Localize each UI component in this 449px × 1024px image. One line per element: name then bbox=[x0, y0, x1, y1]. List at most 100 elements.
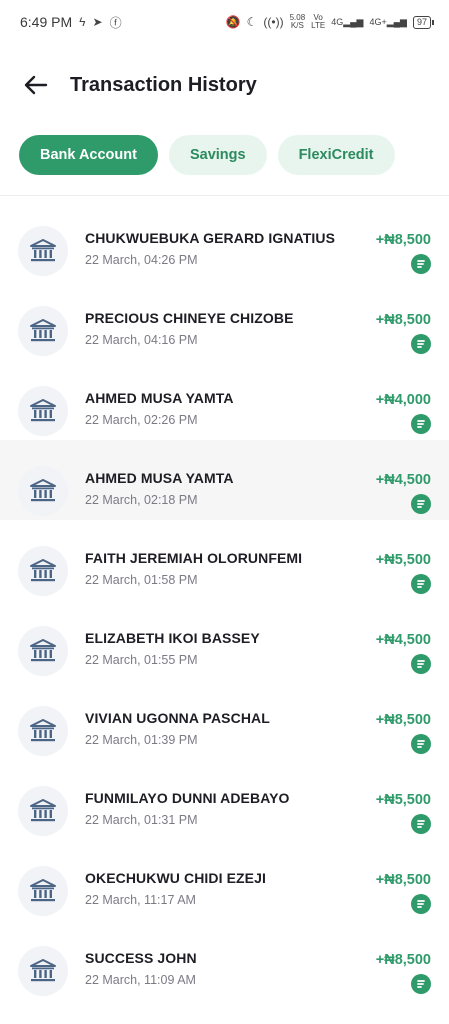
arrow-left-icon bbox=[24, 75, 48, 95]
transaction-info: OKECHUKWU CHIDI EZEJI 22 March, 11:17 AM bbox=[85, 866, 376, 907]
transaction-right: +₦8,500 bbox=[376, 306, 431, 354]
transaction-row[interactable]: AHMED MUSA YAMTA 22 March, 02:26 PM +₦4,… bbox=[0, 360, 449, 440]
transaction-right: +₦4,000 bbox=[376, 386, 431, 434]
transaction-amount: +₦8,500 bbox=[375, 872, 431, 888]
transaction-name: FUNMILAYO DUNNI ADEBAYO bbox=[85, 790, 290, 806]
transaction-date: 22 March, 01:58 PM bbox=[85, 573, 198, 587]
bank-icon bbox=[18, 706, 68, 756]
transaction-name: OKECHUKWU CHIDI EZEJI bbox=[85, 870, 266, 886]
transaction-amount: +₦8,500 bbox=[375, 312, 431, 328]
net-speed: 5.08 K/S bbox=[290, 14, 306, 30]
bank-icon bbox=[18, 306, 68, 356]
transaction-right: +₦4,500 bbox=[376, 626, 431, 674]
transaction-amount: +₦8,500 bbox=[375, 712, 431, 728]
facebook-icon: ⓕ bbox=[109, 15, 122, 30]
bank-icon bbox=[18, 546, 68, 596]
transaction-right: +₦8,500 bbox=[376, 226, 431, 274]
transaction-info: FUNMILAYO DUNNI ADEBAYO 22 March, 01:31 … bbox=[85, 786, 376, 827]
opay-badge-icon bbox=[411, 734, 431, 754]
hotspot-icon: ((•)) bbox=[263, 15, 284, 29]
transaction-date: 22 March, 02:26 PM bbox=[85, 413, 198, 427]
transaction-info: VIVIAN UGONNA PASCHAL 22 March, 01:39 PM bbox=[85, 706, 376, 747]
transaction-amount: +₦4,500 bbox=[375, 632, 431, 648]
transaction-row[interactable]: ELIZABETH IKOI BASSEY 22 March, 01:55 PM… bbox=[0, 600, 449, 680]
transaction-row[interactable]: AHMED MUSA YAMTA 22 March, 02:18 PM +₦4,… bbox=[0, 440, 449, 520]
transaction-row[interactable]: OKECHUKWU CHIDI EZEJI 22 March, 11:17 AM… bbox=[0, 840, 449, 920]
transaction-row[interactable]: PRECIOUS CHINEYE CHIZOBE 22 March, 04:16… bbox=[0, 280, 449, 360]
mute-icon: 🔕 bbox=[225, 15, 241, 29]
tab-bank-account[interactable]: Bank Account bbox=[19, 135, 158, 175]
transaction-name: SUCCESS JOHN bbox=[85, 950, 197, 966]
opay-badge-icon bbox=[411, 574, 431, 594]
transaction-right: +₦5,500 bbox=[376, 786, 431, 834]
transaction-date: 22 March, 01:55 PM bbox=[85, 653, 198, 667]
signal-1-icon: 4G▂▄▆ bbox=[331, 16, 364, 27]
telegram-icon: ➤ bbox=[92, 15, 103, 29]
transaction-info: AHMED MUSA YAMTA 22 March, 02:26 PM bbox=[85, 386, 376, 427]
transaction-right: +₦5,500 bbox=[376, 546, 431, 594]
volte-indicator: Vo LTE bbox=[311, 14, 325, 30]
transaction-name: AHMED MUSA YAMTA bbox=[85, 390, 234, 406]
opay-badge-icon bbox=[411, 334, 431, 354]
signal-2-icon: 4G+▂▄▆ bbox=[369, 16, 407, 27]
transaction-amount: +₦4,000 bbox=[375, 392, 431, 408]
transaction-date: 22 March, 01:39 PM bbox=[85, 733, 198, 747]
transaction-date: 22 March, 01:31 PM bbox=[85, 813, 198, 827]
opay-badge-icon bbox=[411, 974, 431, 994]
transaction-name: CHUKWUEBUKA GERARD IGNATIUS bbox=[85, 230, 336, 246]
battery-icon: 97 bbox=[412, 15, 435, 29]
transaction-right: +₦8,500 bbox=[376, 946, 431, 994]
bank-icon bbox=[18, 626, 68, 676]
net2-label: 4G+ bbox=[369, 16, 387, 27]
status-right: 🔕 ☾ ((•)) 5.08 K/S Vo LTE 4G▂▄▆ 4G+▂▄▆ 9… bbox=[225, 14, 435, 30]
transaction-amount: +₦5,500 bbox=[375, 792, 431, 808]
transaction-name: VIVIAN UGONNA PASCHAL bbox=[85, 710, 270, 726]
back-button[interactable] bbox=[22, 71, 50, 99]
transaction-info: ELIZABETH IKOI BASSEY 22 March, 01:55 PM bbox=[85, 626, 376, 667]
transaction-name: PRECIOUS CHINEYE CHIZOBE bbox=[85, 310, 294, 326]
transaction-row[interactable]: VIVIAN UGONNA PASCHAL 22 March, 01:39 PM… bbox=[0, 680, 449, 760]
opay-badge-icon bbox=[411, 254, 431, 274]
divider bbox=[0, 195, 449, 196]
transaction-info: PRECIOUS CHINEYE CHIZOBE 22 March, 04:16… bbox=[85, 306, 376, 347]
opay-badge-icon bbox=[411, 894, 431, 914]
transaction-row[interactable]: FAITH JEREMIAH OLORUNFEMI 22 March, 01:5… bbox=[0, 520, 449, 600]
transaction-row[interactable]: CHUKWUEBUKA GERARD IGNATIUS 22 March, 04… bbox=[0, 200, 449, 280]
transaction-date: 22 March, 11:09 AM bbox=[85, 973, 196, 987]
net1-label: 4G bbox=[331, 16, 344, 27]
transaction-date: 22 March, 11:17 AM bbox=[85, 893, 196, 907]
opay-badge-icon bbox=[411, 494, 431, 514]
transaction-name: FAITH JEREMIAH OLORUNFEMI bbox=[85, 550, 303, 566]
transaction-amount: +₦4,500 bbox=[375, 472, 431, 488]
opay-badge-icon bbox=[411, 814, 431, 834]
header: Transaction History bbox=[0, 64, 449, 106]
transaction-row[interactable]: SUCCESS JOHN 22 March, 11:09 AM +₦8,500 bbox=[0, 920, 449, 1000]
opay-badge-icon bbox=[411, 654, 431, 674]
transaction-name: ELIZABETH IKOI BASSEY bbox=[85, 630, 260, 646]
tab-savings[interactable]: Savings bbox=[168, 135, 267, 175]
transaction-date: 22 March, 02:18 PM bbox=[85, 493, 198, 507]
transaction-date: 22 March, 04:16 PM bbox=[85, 333, 198, 347]
transaction-name: AHMED MUSA YAMTA bbox=[85, 470, 234, 486]
transaction-date: 22 March, 04:26 PM bbox=[85, 253, 198, 267]
transaction-info: CHUKWUEBUKA GERARD IGNATIUS 22 March, 04… bbox=[85, 226, 376, 267]
status-time: 6:49 PM bbox=[20, 14, 73, 30]
page-title: Transaction History bbox=[70, 73, 257, 96]
opay-badge-icon bbox=[411, 414, 431, 434]
status-left: 6:49 PM ϟ ➤ ⓕ bbox=[20, 14, 122, 31]
tab-flexicredit[interactable]: FlexiCredit bbox=[277, 135, 395, 175]
net-speed-unit: K/S bbox=[290, 21, 304, 30]
transaction-right: +₦8,500 bbox=[376, 866, 431, 914]
status-bar: 6:49 PM ϟ ➤ ⓕ 🔕 ☾ ((•)) 5.08 K/S Vo LTE … bbox=[0, 0, 449, 44]
transaction-info: AHMED MUSA YAMTA 22 March, 02:18 PM bbox=[85, 466, 376, 507]
transaction-amount: +₦5,500 bbox=[375, 552, 431, 568]
bank-icon bbox=[18, 866, 68, 916]
transaction-amount: +₦8,500 bbox=[375, 232, 431, 248]
transaction-list: CHUKWUEBUKA GERARD IGNATIUS 22 March, 04… bbox=[0, 200, 449, 1000]
transaction-info: FAITH JEREMIAH OLORUNFEMI 22 March, 01:5… bbox=[85, 546, 376, 587]
transaction-right: +₦4,500 bbox=[376, 466, 431, 514]
moon-icon: ☾ bbox=[246, 15, 258, 29]
volte-bottom: LTE bbox=[311, 21, 326, 30]
transaction-right: +₦8,500 bbox=[376, 706, 431, 754]
transaction-row[interactable]: FUNMILAYO DUNNI ADEBAYO 22 March, 01:31 … bbox=[0, 760, 449, 840]
